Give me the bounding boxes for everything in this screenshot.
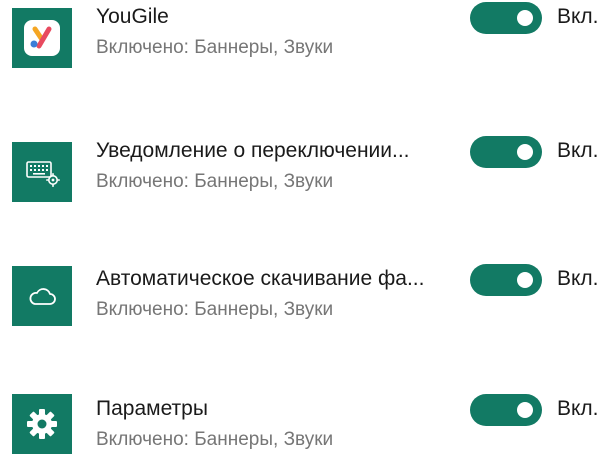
toggle-knob xyxy=(517,144,533,160)
toggle-label: Вкл. xyxy=(557,139,599,162)
app-title: Уведомление о переключении... xyxy=(96,139,410,162)
app-title: Параметры xyxy=(96,397,208,420)
app-row-yougile[interactable]: YouGile Включено: Баннеры, Звуки Вкл. xyxy=(0,0,602,68)
yougile-logo-icon xyxy=(12,8,72,68)
app-status: Включено: Баннеры, Звуки xyxy=(96,171,334,192)
app-row-settings[interactable]: Параметры Включено: Баннеры, Звуки Вкл. xyxy=(0,392,602,454)
toggle-label: Вкл. xyxy=(557,397,599,420)
app-title: Автоматическое скачивание фа... xyxy=(96,267,425,290)
app-status: Включено: Баннеры, Звуки xyxy=(96,429,334,450)
gear-icon xyxy=(12,394,72,454)
keyboard-settings-icon xyxy=(12,142,72,202)
toggle-knob xyxy=(517,10,533,26)
toggle-knob xyxy=(517,272,533,288)
notifications-toggle[interactable] xyxy=(470,136,542,168)
app-status: Включено: Баннеры, Звуки xyxy=(96,299,334,320)
cloud-icon xyxy=(12,266,72,326)
notifications-toggle[interactable] xyxy=(470,394,542,426)
toggle-label: Вкл. xyxy=(557,267,599,290)
app-row-auto-download[interactable]: Автоматическое скачивание фа... Включено… xyxy=(0,262,602,326)
app-status: Включено: Баннеры, Звуки xyxy=(96,37,334,58)
notifications-toggle[interactable] xyxy=(470,2,542,34)
toggle-knob xyxy=(517,402,533,418)
toggle-label: Вкл. xyxy=(557,5,599,28)
app-title: YouGile xyxy=(96,5,169,28)
notifications-toggle[interactable] xyxy=(470,264,542,296)
app-row-keyboard-switch[interactable]: Уведомление о переключении... Включено: … xyxy=(0,134,602,202)
